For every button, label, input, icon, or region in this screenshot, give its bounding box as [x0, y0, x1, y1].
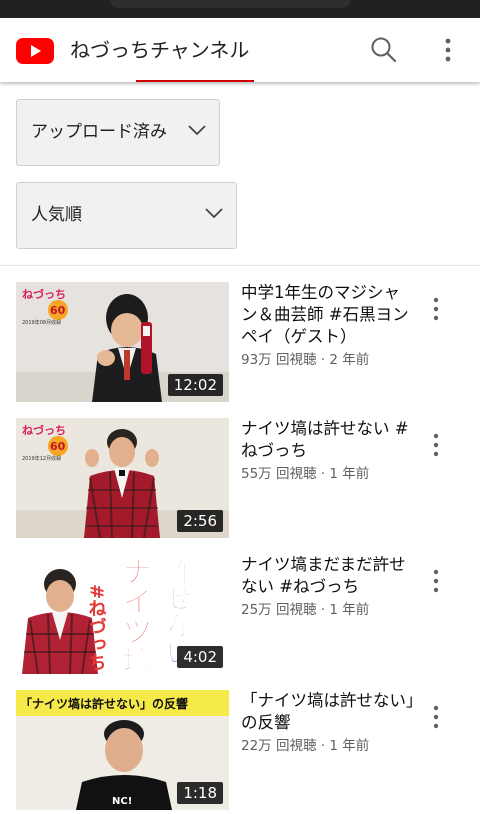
svg-text:NC!: NC! — [112, 796, 132, 807]
video-duration: 1:18 — [177, 782, 223, 804]
more-vert-icon[interactable] — [426, 432, 446, 458]
app-bar: ねづっちチャンネル — [0, 18, 480, 82]
more-vert-icon[interactable] — [426, 704, 446, 730]
video-meta: 25万 回視聴 · 1 年前 — [241, 602, 370, 618]
upload-filter-label: アップロード済み — [31, 122, 167, 142]
thumbnail-banner: 「ナイツ塙は許せない」の反響 — [20, 696, 188, 711]
search-icon[interactable] — [368, 34, 400, 66]
chevron-down-icon — [188, 125, 206, 136]
svg-text:2019年08月收録: 2019年08月收録 — [22, 319, 61, 326]
video-title[interactable]: ナイツ塙まだまだ許せない #ねづっち — [241, 554, 416, 598]
video-title[interactable]: 中学1年生のマジシャン＆曲芸師 #石黒ヨンペイ（ゲスト） — [241, 282, 416, 348]
svg-text:60: 60 — [50, 440, 66, 453]
svg-text:ねづっち: ねづっち — [22, 287, 66, 301]
video-thumbnail[interactable]: 「ナイツ塙は許せない」の反響 NC! 1:18 — [16, 690, 229, 810]
video-item[interactable]: ねづっち 60 2019年12月收録 2:56 ナイツ塙は許せない #ねづっち … — [0, 418, 480, 542]
video-item[interactable]: 許せない ナイツ塙 #ねづっち 4:02 ナイツ塙まだまだ許せない #ねづっち … — [0, 554, 480, 678]
more-vert-icon[interactable] — [426, 296, 446, 322]
status-bar — [0, 0, 480, 18]
video-meta: 93万 回視聴 · 2 年前 — [241, 352, 370, 368]
section-divider — [0, 265, 480, 266]
video-duration: 2:56 — [177, 510, 223, 532]
more-vert-icon[interactable] — [436, 34, 460, 66]
video-item[interactable]: 「ナイツ塙は許せない」の反響 NC! 1:18 「ナイツ塙は許せない」の反響 2… — [0, 690, 480, 814]
video-thumbnail[interactable]: ねづっち 60 2019年12月收録 2:56 — [16, 418, 229, 538]
svg-text:ねづっち: ねづっち — [22, 423, 66, 437]
status-bar-notch — [110, 0, 350, 8]
svg-text:ナイツ塙: ナイツ塙 — [117, 556, 153, 674]
active-tab-indicator — [136, 80, 254, 82]
more-vert-icon[interactable] — [426, 568, 446, 594]
sort-filter-dropdown[interactable]: 人気順 — [16, 182, 237, 249]
channel-title: ねづっちチャンネル — [70, 38, 250, 62]
video-duration: 4:02 — [177, 646, 223, 668]
video-thumbnail[interactable]: 許せない ナイツ塙 #ねづっち 4:02 — [16, 554, 229, 674]
video-thumbnail[interactable]: ねづっち 60 2019年08月收録 12:02 — [16, 282, 229, 402]
video-title[interactable]: 「ナイツ塙は許せない」の反響 — [241, 690, 416, 734]
sort-filter-label: 人気順 — [31, 205, 82, 225]
video-meta: 55万 回視聴 · 1 年前 — [241, 466, 370, 482]
svg-text:2019年12月收録: 2019年12月收録 — [22, 455, 61, 462]
upload-filter-dropdown[interactable]: アップロード済み — [16, 99, 220, 166]
svg-text:60: 60 — [50, 304, 66, 317]
video-meta: 22万 回視聴 · 1 年前 — [241, 738, 370, 754]
video-item[interactable]: ねづっち 60 2019年08月收録 12:02 中学1年生のマジシャン＆曲芸師… — [0, 282, 480, 406]
video-duration: 12:02 — [167, 374, 223, 396]
youtube-logo-icon[interactable] — [16, 38, 54, 64]
svg-text:#ねづっち: #ねづっち — [86, 584, 107, 671]
chevron-down-icon — [205, 208, 223, 219]
video-title[interactable]: ナイツ塙は許せない #ねづっち — [241, 418, 416, 462]
